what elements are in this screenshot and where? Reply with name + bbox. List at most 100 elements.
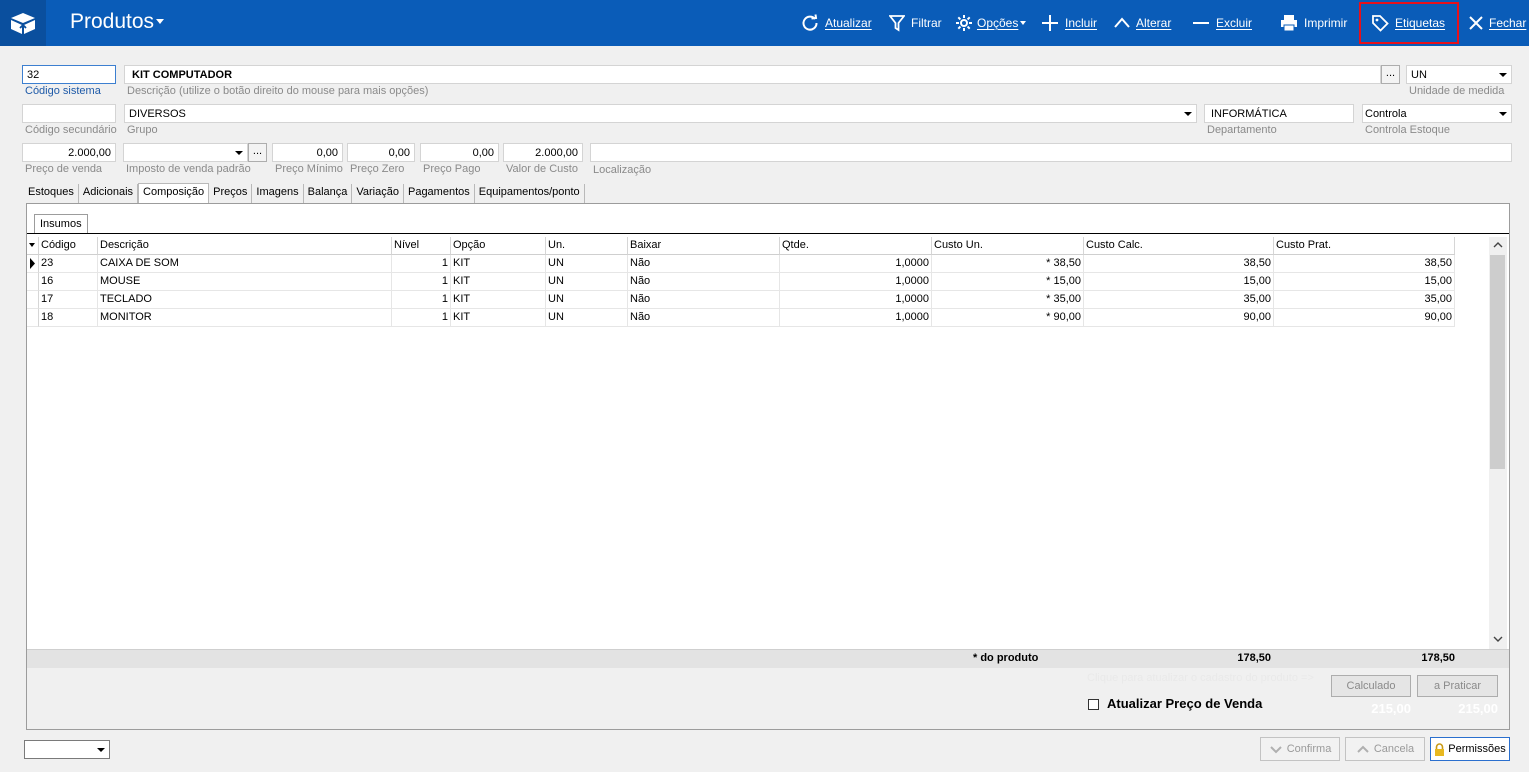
cell-descricao[interactable]: MOUSE (98, 273, 392, 291)
cell-custo-calc[interactable]: 35,00 (1084, 291, 1274, 309)
grupo-select[interactable]: DIVERSOS (124, 104, 1197, 123)
preco-minimo-field[interactable]: 0,00 (272, 143, 343, 162)
cell-baixar[interactable]: Não (628, 273, 780, 291)
cell-un[interactable]: UN (546, 255, 628, 273)
cancela-button[interactable]: Cancela (1345, 737, 1425, 761)
imprimir-button[interactable]: Imprimir (1280, 0, 1347, 46)
cell-baixar[interactable]: Não (628, 309, 780, 327)
opcoes-button[interactable]: Opções (955, 0, 1027, 46)
codigo-sistema-field[interactable]: 32 (22, 65, 116, 84)
valor-custo-field[interactable]: 2.000,00 (503, 143, 583, 162)
table-row[interactable]: 23 CAIXA DE SOM 1 KIT UN Não 1,0000 * 38… (27, 255, 1457, 273)
atualizar-preco-checkbox[interactable] (1088, 699, 1099, 710)
localizacao-field[interactable] (590, 143, 1512, 162)
tab-equipamentos-ponto[interactable]: Equipamentos/ponto (474, 184, 585, 203)
a-praticar-button[interactable]: a Praticar (1417, 675, 1498, 697)
footer-select[interactable] (24, 740, 110, 759)
row-indicator-header[interactable] (27, 237, 39, 255)
column-header-custo-un[interactable]: Custo Un. (932, 237, 1084, 255)
cell-qtde[interactable]: 1,0000 (780, 255, 932, 273)
tab-estoques[interactable]: Estoques (24, 184, 79, 203)
cell-codigo[interactable]: 23 (39, 255, 98, 273)
calculado-button[interactable]: Calculado (1331, 675, 1411, 697)
cell-custo-prat[interactable]: 15,00 (1274, 273, 1455, 291)
descricao-ellipsis-button[interactable]: ... (1381, 65, 1400, 84)
cell-codigo[interactable]: 17 (39, 291, 98, 309)
table-row[interactable]: 16 MOUSE 1 KIT UN Não 1,0000 * 15,00 15,… (27, 273, 1457, 291)
imposto-ellipsis-button[interactable]: ... (248, 143, 267, 162)
confirma-button[interactable]: Confirma (1260, 737, 1340, 761)
table-row[interactable]: 18 MONITOR 1 KIT UN Não 1,0000 * 90,00 9… (27, 309, 1457, 327)
codigo-secundario-field[interactable] (22, 104, 116, 123)
preco-venda-field[interactable]: 2.000,00 (22, 143, 116, 162)
cell-un[interactable]: UN (546, 291, 628, 309)
cell-custo-calc[interactable]: 90,00 (1084, 309, 1274, 327)
column-header-descricao[interactable]: Descrição (98, 237, 392, 255)
alterar-button[interactable]: Alterar (1114, 0, 1171, 46)
tab-imagens[interactable]: Imagens (252, 184, 304, 203)
column-header-qtde[interactable]: Qtde. (780, 237, 932, 255)
tab-precos[interactable]: Preços (209, 184, 253, 203)
cell-opcao[interactable]: KIT (451, 273, 546, 291)
tab-adicionais[interactable]: Adicionais (78, 184, 139, 203)
fechar-button[interactable]: Fechar (1468, 0, 1526, 46)
cell-codigo[interactable]: 18 (39, 309, 98, 327)
tab-composicao[interactable]: Composição (138, 183, 210, 203)
cell-custo-calc[interactable]: 15,00 (1084, 273, 1274, 291)
cell-baixar[interactable]: Não (628, 255, 780, 273)
imposto-select[interactable] (123, 143, 248, 162)
cell-baixar[interactable]: Não (628, 291, 780, 309)
cell-custo-prat[interactable]: 90,00 (1274, 309, 1455, 327)
scrollbar-thumb[interactable] (1490, 255, 1505, 469)
column-header-nivel[interactable]: Nível (392, 237, 451, 255)
subtab-insumos[interactable]: Insumos (34, 214, 88, 234)
incluir-button[interactable]: Incluir (1041, 0, 1097, 46)
excluir-button[interactable]: Excluir (1192, 0, 1252, 46)
cell-nivel[interactable]: 1 (392, 291, 451, 309)
cell-descricao[interactable]: MONITOR (98, 309, 392, 327)
cell-qtde[interactable]: 1,0000 (780, 309, 932, 327)
atualizar-button[interactable]: Atualizar (801, 0, 872, 46)
descricao-field[interactable]: KIT COMPUTADOR (124, 65, 1381, 84)
title-dropdown-icon[interactable] (156, 19, 164, 24)
cell-descricao[interactable]: CAIXA DE SOM (98, 255, 392, 273)
column-header-custo-prat[interactable]: Custo Prat. (1274, 237, 1455, 255)
preco-pago-field[interactable]: 0,00 (420, 143, 499, 162)
cell-custo-prat[interactable]: 38,50 (1274, 255, 1455, 273)
column-header-baixar[interactable]: Baixar (628, 237, 780, 255)
cell-nivel[interactable]: 1 (392, 309, 451, 327)
permissoes-button[interactable]: Permissões (1430, 737, 1510, 761)
departamento-field[interactable]: INFORMÁTICA (1204, 104, 1354, 123)
cell-custo-un[interactable]: * 35,00 (932, 291, 1084, 309)
cell-codigo[interactable]: 16 (39, 273, 98, 291)
cell-custo-un[interactable]: * 38,50 (932, 255, 1084, 273)
cell-custo-prat[interactable]: 35,00 (1274, 291, 1455, 309)
cell-un[interactable]: UN (546, 309, 628, 327)
controla-estoque-select[interactable]: Controla (1362, 104, 1512, 123)
chevron-up-icon[interactable] (1493, 241, 1503, 249)
column-header-custo-calc[interactable]: Custo Calc. (1084, 237, 1274, 255)
filtrar-button[interactable]: Filtrar (889, 0, 942, 46)
column-header-codigo[interactable]: Código (39, 237, 98, 255)
column-header-un[interactable]: Un. (546, 237, 628, 255)
cell-custo-calc[interactable]: 38,50 (1084, 255, 1274, 273)
cell-opcao[interactable]: KIT (451, 291, 546, 309)
column-header-opcao[interactable]: Opção (451, 237, 546, 255)
unidade-select[interactable]: UN (1406, 65, 1512, 84)
cell-custo-un[interactable]: * 90,00 (932, 309, 1084, 327)
tab-balanca[interactable]: Balança (303, 184, 353, 203)
tab-variacao[interactable]: Variação (352, 184, 404, 203)
chevron-down-icon[interactable] (1493, 635, 1503, 643)
cell-un[interactable]: UN (546, 273, 628, 291)
preco-zero-field[interactable]: 0,00 (347, 143, 415, 162)
table-row[interactable]: 17 TECLADO 1 KIT UN Não 1,0000 * 35,00 3… (27, 291, 1457, 309)
cell-nivel[interactable]: 1 (392, 273, 451, 291)
cell-qtde[interactable]: 1,0000 (780, 273, 932, 291)
cell-custo-un[interactable]: * 15,00 (932, 273, 1084, 291)
cell-opcao[interactable]: KIT (451, 255, 546, 273)
grid-scrollbar[interactable] (1489, 237, 1507, 649)
cell-qtde[interactable]: 1,0000 (780, 291, 932, 309)
cell-opcao[interactable]: KIT (451, 309, 546, 327)
cell-nivel[interactable]: 1 (392, 255, 451, 273)
tab-pagamentos[interactable]: Pagamentos (403, 184, 475, 203)
